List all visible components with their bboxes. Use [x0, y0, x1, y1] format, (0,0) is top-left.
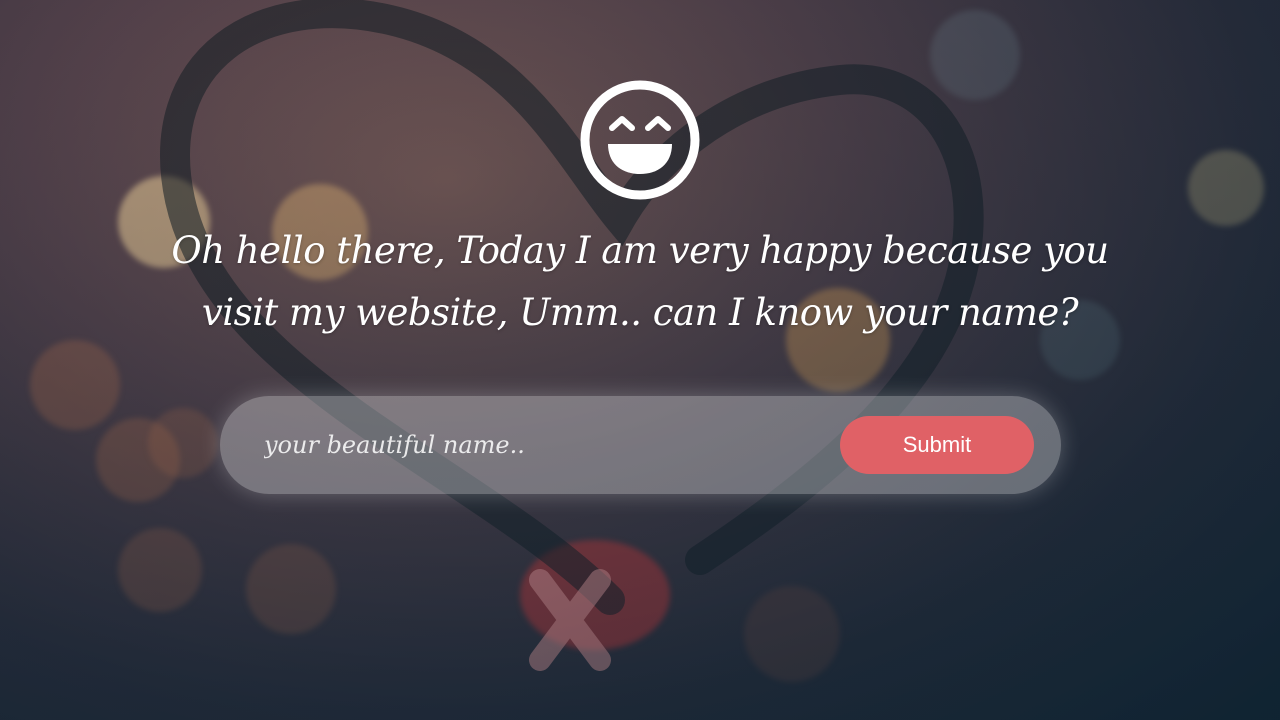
submit-button[interactable]: Submit	[840, 416, 1034, 474]
name-input[interactable]	[260, 420, 828, 470]
smiley-face-icon	[580, 80, 700, 200]
name-form: Submit	[220, 396, 1061, 494]
main-content: Oh hello there, Today I am very happy be…	[0, 0, 1280, 720]
greeting-text: Oh hello there, Today I am very happy be…	[171, 229, 1109, 334]
